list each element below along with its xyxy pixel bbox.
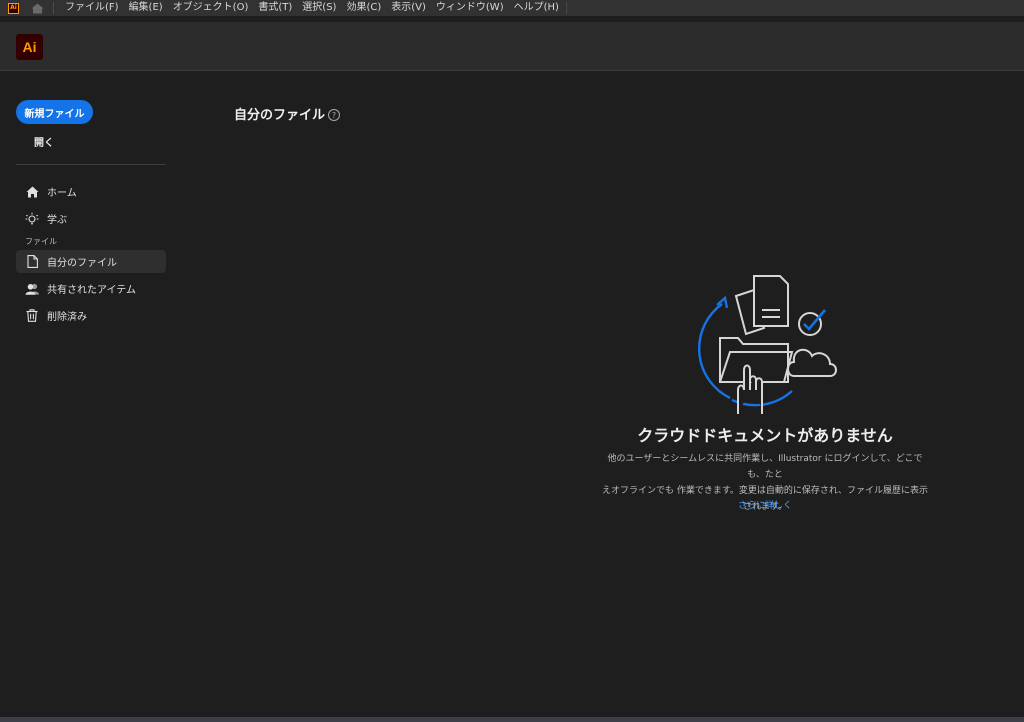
sidebar-item-label: 共有されたアイテム [47, 285, 136, 296]
sidebar-item-label: 自分のファイル [47, 258, 117, 269]
menu-select[interactable]: 選択(S) [297, 0, 341, 16]
illustrator-logo: Ai [16, 34, 43, 60]
empty-state-description-line: 他のユーザーとシームレスに共同作業し、Illustrator にログインして、ど… [607, 454, 923, 480]
menu-bar: Ai ファイル(F) 編集(E) オブジェクト(O) 書式(T) 選択(S) 効… [0, 0, 1024, 16]
menu-edit[interactable]: 編集(E) [124, 0, 168, 16]
section-label-files: ファイル [25, 237, 57, 246]
sidebar-item-shared[interactable]: 共有されたアイテム [16, 277, 166, 300]
sidebar: 新規ファイル 開く ホーム 学ぶ ファイル 自分のファイル 共有されたアイテム … [0, 72, 176, 717]
learn-more-link[interactable]: さらに詳しく [690, 498, 840, 511]
sidebar-divider [16, 164, 166, 165]
lightbulb-icon [24, 211, 40, 227]
document-icon [24, 254, 40, 270]
help-icon[interactable]: ? [328, 109, 340, 121]
sidebar-item-label: 削除済み [47, 312, 87, 323]
app-header: Ai [0, 22, 1024, 71]
sidebar-item-my-files[interactable]: 自分のファイル [16, 250, 166, 273]
menu-separator [565, 2, 567, 14]
menu-file[interactable]: ファイル(F) [60, 0, 124, 16]
open-button[interactable]: 開く [34, 134, 54, 149]
menu-help[interactable]: ヘルプ(H) [509, 0, 564, 16]
sidebar-item-home[interactable]: ホーム [16, 180, 166, 203]
menu-type[interactable]: 書式(T) [253, 0, 297, 16]
shared-users-icon [24, 281, 40, 297]
trash-icon [24, 308, 40, 324]
sidebar-item-learn[interactable]: 学ぶ [16, 207, 166, 230]
cloud-documents-illustration [692, 272, 842, 420]
sidebar-item-label: ホーム [47, 188, 77, 199]
app-mini-icon: Ai [8, 2, 19, 14]
empty-state-title: クラウドドキュメントがありません [637, 426, 893, 445]
menu-object[interactable]: オブジェクト(O) [168, 0, 254, 16]
sidebar-item-label: 学ぶ [47, 215, 67, 226]
menu-view[interactable]: 表示(V) [386, 0, 431, 16]
home-icon [24, 184, 40, 200]
taskbar-edge [0, 717, 1024, 722]
empty-state-description-line: えオフラインでも 作業できます。変更は自動的に保存され、ファイル履歴に表示 [601, 486, 929, 496]
home-icon[interactable] [29, 1, 45, 15]
menu-effect[interactable]: 効果(C) [341, 0, 386, 16]
sidebar-item-deleted[interactable]: 削除済み [16, 304, 166, 327]
menu-separator [53, 2, 54, 14]
menu-window[interactable]: ウィンドウ(W) [431, 0, 509, 16]
page-title: 自分のファイル [234, 108, 326, 123]
new-file-button[interactable]: 新規ファイル [16, 100, 93, 124]
